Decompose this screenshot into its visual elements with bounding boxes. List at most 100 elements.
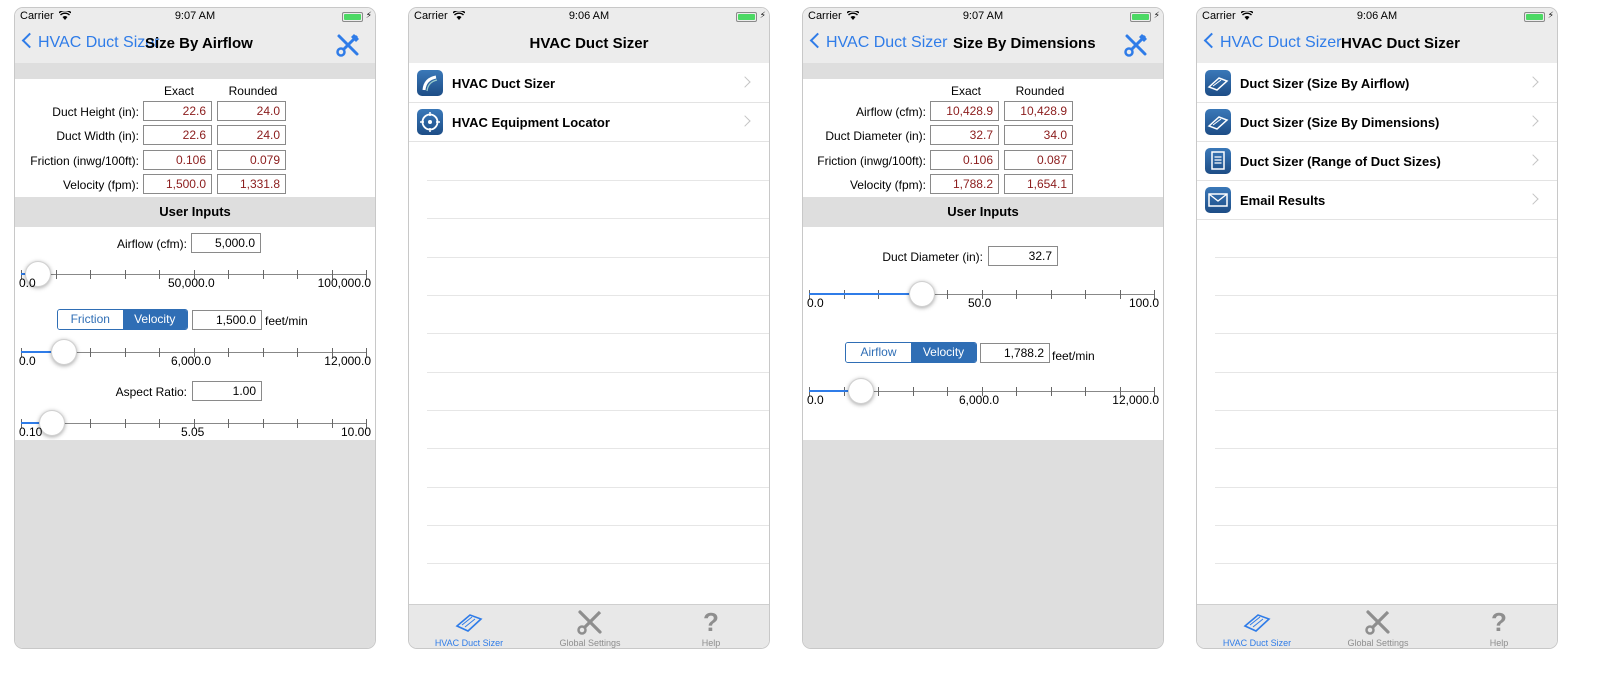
column-rounded: Rounded [1015,84,1065,98]
segment-velocity[interactable]: Velocity [122,310,187,329]
slider-tick [1051,290,1052,299]
tab-help[interactable]: ? Help [651,605,769,648]
slider-max-label: 100,000.0 [317,276,371,290]
slider-tick [878,387,879,396]
list-item-equipment-locator[interactable]: HVAC Equipment Locator [409,103,769,142]
document-icon [1205,148,1231,174]
tab-duct-sizer[interactable]: HVAC Duct Sizer [1197,605,1317,648]
segment-velocity[interactable]: Velocity [911,343,976,362]
divider [427,295,769,296]
slider-knob[interactable] [39,410,65,436]
slider-max-label: 12,000.0 [324,354,371,368]
empty-area [803,440,1163,648]
divider [1215,257,1557,258]
velocity-input[interactable]: 1,788.2 [980,343,1050,363]
screen-home: Carrier 9:06 AM ⚡ HVAC Duct Sizer HVAC D… [408,7,770,649]
velocity-unit: feet/min [1052,349,1095,363]
help-icon: ? [703,607,719,637]
divider [1215,525,1557,526]
page-title: HVAC Duct Sizer [529,35,649,52]
clock: 9:06 AM [1356,10,1398,22]
tab-help[interactable]: ? Help [1439,605,1557,648]
divider [1215,448,1557,449]
duct-icon [455,614,483,632]
charging-icon: ⚡ [1547,10,1554,20]
divider [427,257,769,258]
tools-icon[interactable] [1123,32,1149,58]
slider-knob[interactable] [51,339,77,365]
tab-label: Global Settings [1347,638,1409,648]
duct-diameter-input[interactable]: 32.7 [988,246,1058,266]
chevron-right-icon [739,115,751,127]
slider-knob[interactable] [848,378,874,404]
chevron-right-icon [1527,115,1539,127]
airflow-input[interactable]: 5,000.0 [191,233,261,253]
chevron-left-icon [809,32,826,49]
list-item-size-by-airflow[interactable]: Duct Sizer (Size By Airflow) [1197,64,1557,103]
slider-tick [1016,290,1017,299]
help-icon: ? [1491,607,1507,637]
slider-tick [1085,290,1086,299]
slider-mid-label: 50.0 [968,296,992,310]
tab-global-settings[interactable]: Global Settings [530,605,650,648]
slider-knob[interactable] [909,281,935,307]
divider [427,333,769,334]
list-item-duct-sizer[interactable]: HVAC Duct Sizer [409,64,769,103]
segment-friction[interactable]: Friction [58,310,123,329]
chevron-left-icon [1203,32,1220,49]
row-label: Duct Width (in): [56,129,139,143]
list-item-email-results[interactable]: Email Results [1197,181,1557,220]
friction-velocity-segmented-control: Friction Velocity [57,309,188,330]
divider [427,487,769,488]
slider-tick [297,419,298,428]
tab-label: HVAC Duct Sizer [1222,638,1292,648]
chevron-right-icon [1527,154,1539,166]
list-item-size-by-dimensions[interactable]: Duct Sizer (Size By Dimensions) [1197,103,1557,142]
clock: 9:07 AM [174,10,216,22]
divider [427,563,769,564]
back-button[interactable]: HVAC Duct Sizer [1203,32,1342,52]
nav-bar: HVAC Duct Sizer HVAC Duct Sizer [1197,25,1557,63]
tab-bar: HVAC Duct Sizer Global Settings ? Help [1197,604,1557,648]
list-item-range-of-duct-sizes[interactable]: Duct Sizer (Range of Duct Sizes) [1197,142,1557,181]
chevron-right-icon [739,76,751,88]
rounded-value: 10,428.9 [1004,101,1073,121]
status-bar: Carrier 9:06 AM ⚡ [409,8,769,25]
section-spacer [15,63,375,79]
duct-icon [417,70,443,96]
slider-min-label: 0.10 [19,425,43,439]
tab-label: Help [1489,638,1509,648]
tools-icon[interactable] [335,32,361,58]
tab-global-settings[interactable]: Global Settings [1318,605,1438,648]
rounded-value: 24.0 [217,101,286,121]
velocity-input[interactable]: 1,500.0 [192,310,262,330]
exact-value: 1,788.2 [930,174,999,194]
back-button[interactable]: HVAC Duct Sizer [809,32,948,52]
rounded-value: 0.087 [1004,150,1073,170]
segment-airflow[interactable]: Airflow [846,343,911,362]
battery-icon [1524,12,1545,22]
back-button[interactable]: HVAC Duct Sizer [21,32,160,52]
compass-icon [417,109,443,135]
status-bar: Carrier 9:07 AM ⚡ [15,8,375,25]
chevron-left-icon [21,32,38,49]
row-label: Duct Height (in): [52,105,139,119]
velocity-unit: feet/min [265,314,308,328]
empty-area [15,440,375,648]
aspect-ratio-input[interactable]: 1.00 [192,381,262,401]
page-title: Size By Dimensions [953,35,1096,52]
slider-fill [809,293,922,295]
divider [1215,410,1557,411]
clock: 9:07 AM [962,10,1004,22]
slider-max-label: 10.00 [340,425,371,439]
column-exact: Exact [950,84,981,98]
slider-tick [90,348,91,357]
tab-duct-sizer[interactable]: HVAC Duct Sizer [409,605,529,648]
battery-icon [736,12,757,22]
row-label: Velocity (fpm): [62,178,139,192]
clock: 9:06 AM [568,10,610,22]
divider [427,180,769,181]
slider-tick [1085,387,1086,396]
battery-icon [342,12,363,22]
list-item-label: Duct Sizer (Size By Airflow) [1240,76,1410,91]
